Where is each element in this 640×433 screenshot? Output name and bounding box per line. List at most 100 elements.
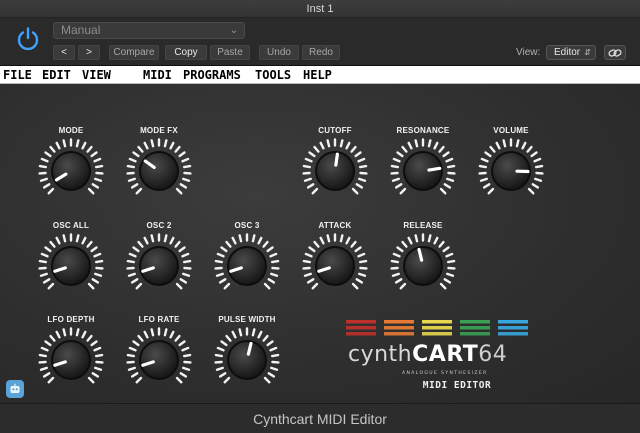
knob-label-osc-3: OSC 3: [234, 221, 260, 230]
knob-body: [53, 248, 89, 284]
undo-button[interactable]: Undo: [259, 45, 299, 60]
knob-tick: [174, 334, 181, 342]
knob-tick: [354, 246, 362, 253]
knob-label-cutoff: CUTOFF: [318, 126, 352, 135]
copy-button[interactable]: Copy: [165, 45, 207, 60]
knob-tick: [223, 282, 231, 290]
logo-stripe: [460, 320, 490, 324]
knob-attack[interactable]: [300, 231, 370, 301]
logo-stripe: [498, 326, 528, 330]
logo-stripe: [422, 332, 452, 336]
knob-tick: [439, 282, 447, 290]
knob-body: [229, 248, 265, 284]
menu-midi[interactable]: MIDI: [143, 66, 172, 84]
knob-label-mode: MODE: [58, 126, 84, 135]
knob-tick: [218, 372, 227, 378]
knob-pulse-width[interactable]: [212, 325, 282, 395]
knob-cutoff[interactable]: [300, 136, 370, 206]
knob-tick: [350, 240, 357, 248]
knob-tick: [355, 183, 364, 189]
knob-tick: [181, 157, 190, 163]
knob-tick: [128, 252, 137, 258]
knob-tick: [163, 234, 168, 243]
knob-tick: [407, 236, 413, 245]
previous-preset-button[interactable]: <: [53, 45, 75, 60]
next-preset-button[interactable]: >: [78, 45, 100, 60]
plugin-icon[interactable]: [6, 380, 24, 398]
logo-stripe: [498, 320, 528, 324]
knob-tick: [150, 234, 155, 243]
brand-prefix: cynth: [348, 342, 413, 367]
brand-main: CART: [412, 342, 479, 367]
synth-panel: MODE MODE FX CUTOFF RESONANCE VOLUME OSC…: [0, 84, 640, 403]
power-button[interactable]: [13, 24, 43, 54]
knob-tick: [357, 157, 366, 163]
compare-button[interactable]: Compare: [109, 45, 159, 60]
knob-tick: [392, 252, 401, 258]
knob-tick: [137, 240, 144, 248]
knob-tick: [394, 278, 403, 284]
link-icon: [608, 48, 622, 57]
paste-button[interactable]: Paste: [210, 45, 250, 60]
knob-tick: [163, 328, 168, 337]
knob-tick: [87, 282, 95, 290]
knob-label-osc-all: OSC ALL: [52, 221, 90, 230]
knob-tick: [533, 157, 542, 163]
knob-tick: [339, 234, 344, 243]
knob-tick: [94, 259, 104, 264]
knob-tick: [269, 346, 278, 352]
knob-tick: [42, 372, 51, 378]
menu-programs[interactable]: PROGRAMS: [183, 66, 241, 84]
knob-tick: [534, 164, 544, 169]
knob-osc-3[interactable]: [212, 231, 282, 301]
knob-tick: [40, 252, 49, 258]
knob-tick: [390, 164, 400, 169]
knob-tick: [150, 328, 155, 337]
menu-view[interactable]: VIEW: [82, 66, 111, 84]
knob-mode-fx[interactable]: [124, 136, 194, 206]
knob-osc-2[interactable]: [124, 231, 194, 301]
logo-stripes: [346, 320, 528, 336]
knob-tick: [231, 330, 237, 339]
knob-body: [141, 153, 177, 189]
knob-tick: [214, 353, 224, 358]
link-button[interactable]: [604, 45, 626, 60]
knob-tick: [90, 340, 98, 347]
knob-tick: [44, 340, 52, 347]
knob-tick: [326, 139, 331, 148]
window-title: Inst 1: [0, 0, 640, 18]
knob-tick: [62, 328, 67, 337]
knob-tick: [130, 372, 139, 378]
knob-tick: [396, 246, 404, 253]
view-selector[interactable]: Editor ⇵: [546, 45, 596, 60]
knob-volume[interactable]: [476, 136, 546, 206]
preset-dropdown[interactable]: Manual ⌄: [53, 22, 245, 39]
knob-tick: [174, 240, 181, 248]
knob-resonance[interactable]: [388, 136, 458, 206]
menu-help[interactable]: HELP: [303, 66, 332, 84]
menu-tools[interactable]: TOOLS: [255, 66, 291, 84]
knob-lfo-rate[interactable]: [124, 325, 194, 395]
knob-tick: [443, 278, 452, 284]
menu-file[interactable]: FILE: [3, 66, 32, 84]
knob-tick: [266, 246, 274, 253]
knob-body: [317, 248, 353, 284]
knob-tick: [302, 259, 312, 264]
knob-tick: [446, 164, 456, 169]
redo-button[interactable]: Redo: [302, 45, 340, 60]
knob-tick: [478, 164, 488, 169]
knob-tick: [446, 272, 455, 277]
menu-edit[interactable]: EDIT: [42, 66, 71, 84]
knob-tick: [81, 236, 87, 245]
knob-lfo-depth[interactable]: [36, 325, 106, 395]
knob-tick: [216, 252, 225, 258]
knob-tick: [527, 187, 535, 195]
knob-tick: [130, 278, 139, 284]
knob-mode[interactable]: [36, 136, 106, 206]
knob-tick: [87, 376, 95, 384]
knob-label-attack: ATTACK: [318, 221, 352, 230]
knob-tick: [267, 372, 276, 378]
knob-tick: [128, 157, 137, 163]
knob-release[interactable]: [388, 231, 458, 301]
knob-osc-all[interactable]: [36, 231, 106, 301]
